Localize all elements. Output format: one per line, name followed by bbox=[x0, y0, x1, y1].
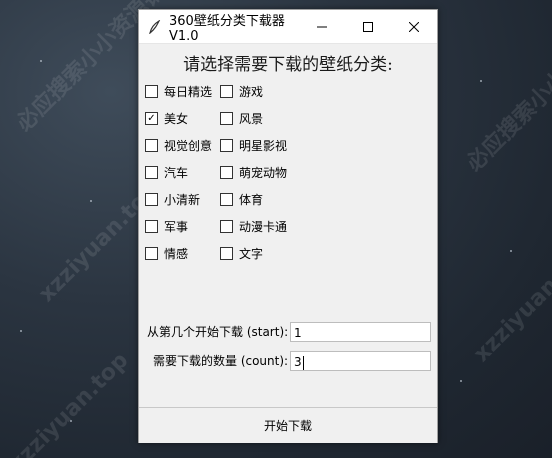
star bbox=[90, 200, 92, 202]
page-heading: 请选择需要下载的壁纸分类: bbox=[183, 55, 393, 75]
title-bar[interactable]: 360壁纸分类下载器V1.0 bbox=[139, 10, 437, 44]
text-caret bbox=[302, 355, 304, 370]
checkbox-box[interactable] bbox=[220, 246, 233, 260]
count-input-value: 3 bbox=[294, 355, 302, 369]
desktop-background: 必应搜索小小资源铺 必应搜索小小资源铺 xzziyuan.top xzziyua… bbox=[0, 0, 552, 458]
checkbox-category[interactable]: 萌宠动物 bbox=[220, 164, 287, 180]
checkbox-box[interactable] bbox=[145, 165, 158, 179]
minimize-icon bbox=[317, 26, 327, 27]
checkmark-icon: ✓ bbox=[147, 112, 156, 124]
checkbox-category[interactable]: 体育 bbox=[220, 191, 263, 207]
checkbox-box[interactable] bbox=[145, 219, 158, 233]
star bbox=[20, 330, 22, 332]
checkbox-category[interactable]: 视觉创意 bbox=[145, 137, 212, 153]
checkbox-label: 明星影视 bbox=[239, 138, 288, 153]
checkbox-category[interactable]: 文字 bbox=[220, 245, 263, 261]
checkbox-label: 美女 bbox=[164, 111, 189, 126]
star bbox=[510, 250, 512, 252]
checkbox-category[interactable]: 游戏 bbox=[220, 83, 263, 99]
watermark-url: xzziyuan.top bbox=[4, 347, 134, 458]
watermark-url: xzziyuan.top bbox=[469, 237, 552, 368]
checkbox-box[interactable] bbox=[220, 219, 233, 233]
minimize-button[interactable] bbox=[299, 10, 345, 43]
checkbox-label: 萌宠动物 bbox=[239, 165, 288, 180]
start-input[interactable]: 1 bbox=[290, 322, 431, 342]
maximize-icon bbox=[363, 21, 373, 32]
close-icon bbox=[409, 21, 419, 32]
checkbox-box[interactable] bbox=[220, 84, 233, 98]
watermark-text: 必应搜索小小资源铺 bbox=[461, 18, 552, 177]
checkbox-label: 文字 bbox=[239, 246, 264, 261]
count-input[interactable]: 3 bbox=[290, 351, 431, 371]
checkbox-label: 体育 bbox=[239, 192, 264, 207]
star bbox=[40, 60, 42, 62]
maximize-button[interactable] bbox=[345, 10, 391, 43]
checkbox-label: 军事 bbox=[164, 219, 189, 234]
checkbox-box[interactable] bbox=[220, 111, 233, 125]
checkbox-label: 汽车 bbox=[164, 165, 189, 180]
checkbox-box[interactable] bbox=[145, 246, 158, 260]
checkbox-box[interactable]: ✓ bbox=[145, 111, 158, 125]
checkbox-box[interactable] bbox=[145, 138, 158, 152]
window-title: 360壁纸分类下载器V1.0 bbox=[169, 13, 285, 44]
checkbox-category[interactable]: 情感 bbox=[145, 245, 188, 261]
star bbox=[480, 80, 482, 82]
checkbox-category[interactable]: 每日精选 bbox=[145, 83, 212, 99]
checkbox-category[interactable]: 军事 bbox=[145, 218, 188, 234]
checkbox-category[interactable]: 明星影视 bbox=[220, 137, 287, 153]
checkbox-label: 风景 bbox=[239, 111, 264, 126]
feather-icon bbox=[149, 19, 161, 34]
checkbox-category[interactable]: 动漫卡通 bbox=[220, 218, 287, 234]
checkbox-label: 每日精选 bbox=[164, 84, 213, 99]
checkbox-box[interactable] bbox=[145, 192, 158, 206]
checkbox-category[interactable]: ✓ 美女 bbox=[145, 110, 188, 126]
checkbox-label: 情感 bbox=[164, 246, 189, 261]
star bbox=[460, 380, 462, 382]
checkbox-label: 游戏 bbox=[239, 84, 264, 99]
checkbox-category[interactable]: 风景 bbox=[220, 110, 263, 126]
checkbox-category[interactable]: 小清新 bbox=[145, 191, 200, 207]
checkbox-box[interactable] bbox=[220, 138, 233, 152]
count-label: 需要下载的数量 (count): bbox=[153, 354, 289, 368]
checkbox-box[interactable] bbox=[145, 84, 158, 98]
app-window: 360壁纸分类下载器V1.0 请选择需要下载的壁纸分类: 每日精选 ✓ 美女 视… bbox=[138, 9, 438, 443]
close-button[interactable] bbox=[391, 10, 437, 43]
checkbox-label: 视觉创意 bbox=[164, 138, 213, 153]
checkbox-label: 小清新 bbox=[164, 192, 201, 207]
start-label: 从第几个开始下载 (start): bbox=[147, 325, 289, 339]
checkbox-category[interactable]: 汽车 bbox=[145, 164, 188, 180]
start-input-value: 1 bbox=[294, 326, 302, 340]
checkbox-box[interactable] bbox=[220, 192, 233, 206]
checkbox-label: 动漫卡通 bbox=[239, 219, 288, 234]
start-download-button[interactable]: 开始下载 bbox=[139, 407, 437, 443]
checkbox-box[interactable] bbox=[220, 165, 233, 179]
